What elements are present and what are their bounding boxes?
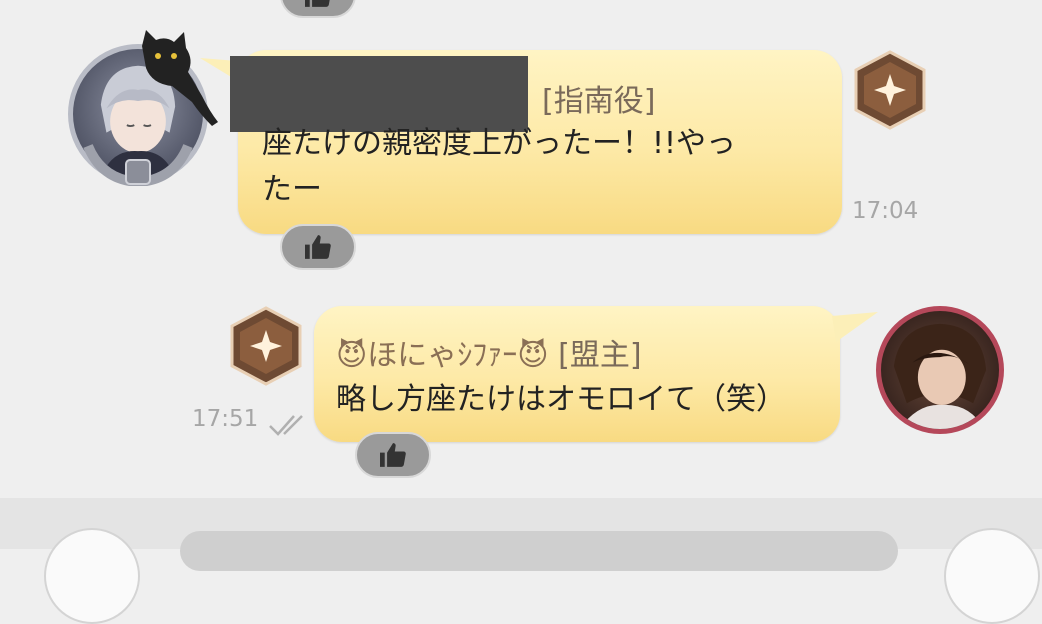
right-action-button[interactable]: [944, 528, 1040, 624]
redacted-name: [230, 56, 528, 132]
sender-name-2: ほにゃｼﾌｧｰ: [367, 338, 518, 373]
rank-badge-icon: [854, 50, 926, 130]
character-portrait: [893, 323, 987, 429]
thumbs-up-icon: [305, 235, 331, 259]
like-button-2[interactable]: [355, 432, 431, 478]
message-text-1-line1: 座たけの親密度上がったー！!!やっ: [262, 126, 737, 161]
message-text-2: 略し方座たけはオモロイて（笑）: [336, 382, 786, 417]
sender-line-2: 😈ほにゃｼﾌｧｰ😈 [盟主]: [336, 330, 642, 374]
double-check-icon: [269, 415, 303, 436]
laurel-frame-icon: [83, 143, 193, 186]
timestamp-1: 17:04: [852, 198, 919, 224]
sender-role-2: [盟主]: [558, 338, 642, 373]
devil-emoji-left: 😈: [336, 338, 368, 373]
message-input[interactable]: [180, 531, 898, 571]
rank-badge-icon: [230, 306, 302, 386]
bubble-tail-2: [832, 312, 878, 342]
timestamp-2: 17:51: [192, 406, 259, 432]
thumbs-up-icon: [380, 443, 406, 467]
like-button-previous[interactable]: [280, 0, 356, 18]
avatar-self[interactable]: [876, 306, 1004, 434]
left-action-button[interactable]: [44, 528, 140, 624]
like-button-1[interactable]: [280, 224, 356, 270]
devil-emoji-right: 😈: [517, 338, 549, 373]
thumbs-up-icon: [305, 0, 330, 7]
message-text-1-line2: たー: [262, 172, 322, 207]
sender-role-1: [指南役]: [542, 84, 656, 119]
